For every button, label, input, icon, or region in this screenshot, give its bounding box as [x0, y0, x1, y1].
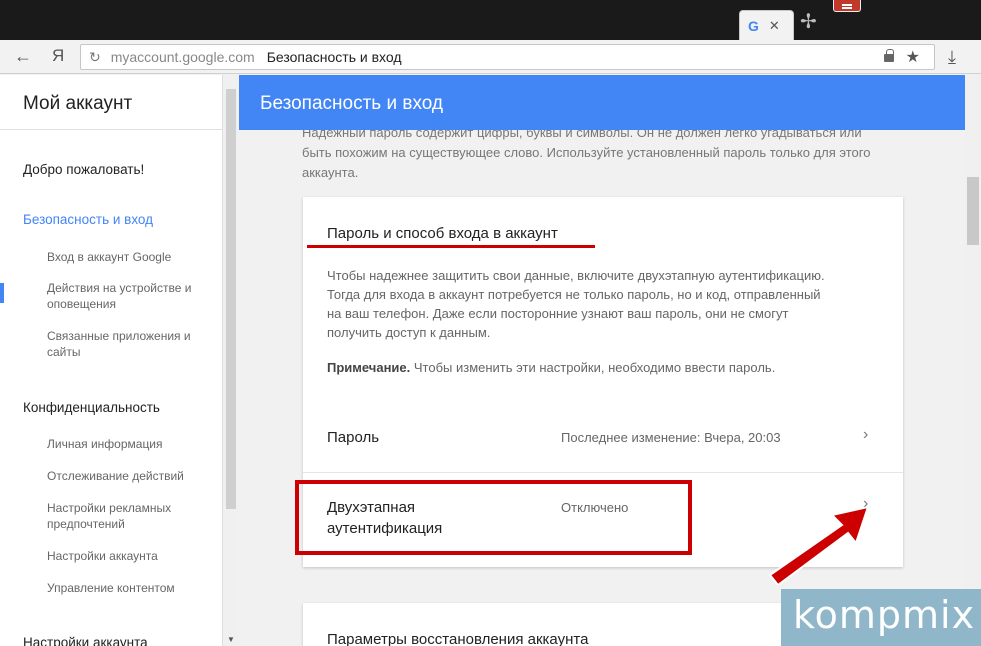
sidebar-subitem-device-activity[interactable]: Действия на устройстве и оповещения — [47, 280, 212, 312]
page-title: Безопасность и вход — [239, 75, 965, 130]
yandex-icon[interactable]: Я — [52, 46, 64, 66]
back-icon[interactable]: ← — [14, 46, 32, 67]
sidebar-subitem-connected-apps[interactable]: Связанные приложения и сайты — [47, 328, 212, 360]
sidebar-subitem-google-signin[interactable]: Вход в аккаунт Google — [47, 249, 212, 265]
bookmark-star-icon[interactable]: ★ — [906, 47, 920, 67]
sidebar-scrollbar-thumb[interactable] — [226, 89, 236, 509]
reload-icon[interactable]: ↻ — [89, 49, 101, 66]
browser-toolbar: ← Я ↻ myaccount.google.com Безопасность … — [0, 40, 981, 74]
url-domain: myaccount.google.com — [110, 49, 255, 65]
chevron-right-icon[interactable]: › — [863, 426, 868, 444]
sidebar-item-welcome[interactable]: Добро пожаловать! — [23, 162, 144, 177]
annotation-arrow-icon — [768, 505, 870, 585]
title-highlight-underline — [307, 245, 595, 248]
note-text: Чтобы изменить эти настройки, необходимо… — [410, 360, 776, 375]
sidebar-item-security[interactable]: Безопасность и вход — [23, 212, 153, 227]
main-scrollbar-thumb[interactable] — [967, 177, 979, 245]
screenshot: G ✕ ✢ ← Я ↻ myaccount.google.com Безопас… — [0, 0, 981, 646]
card-note: Примечание. Чтобы изменить эти настройки… — [327, 360, 847, 375]
watermark-text: kompmix — [793, 593, 976, 637]
browser-tab[interactable]: G ✕ — [739, 10, 794, 40]
sidebar-item-account-settings[interactable]: Настройки аккаунта — [23, 635, 148, 646]
download-icon[interactable]: ⤓ — [948, 47, 956, 68]
close-tab-icon[interactable]: ✕ — [769, 18, 780, 34]
sidebar-item-privacy[interactable]: Конфиденциальность — [23, 400, 160, 415]
lock-icon[interactable] — [884, 49, 894, 62]
address-bar[interactable]: ↻ myaccount.google.com Безопасность и вх… — [80, 44, 935, 70]
sidebar-subitem-ads-settings[interactable]: Настройки рекламных предпочтений — [47, 500, 212, 532]
sidebar-subitem-activity-controls[interactable]: Отслеживание действий — [47, 468, 212, 484]
url-page-title: Безопасность и вход — [266, 49, 402, 65]
sidebar-subitem-content-control[interactable]: Управление контентом — [47, 580, 212, 596]
password-label: Пароль — [327, 429, 380, 446]
intro-text: Надежный пароль содержит цифры, буквы и … — [302, 125, 871, 180]
new-tab-icon[interactable]: ✢ — [800, 12, 817, 32]
password-row[interactable]: Пароль Последнее изменение: Вчера, 20:03… — [303, 407, 903, 473]
watermark: kompmix — [781, 589, 981, 646]
sidebar-scrollbar[interactable]: ▼ — [224, 75, 238, 646]
recovery-card-title[interactable]: Параметры восстановления аккаунта — [327, 631, 588, 646]
highlight-frame — [295, 480, 692, 555]
scroll-down-arrow-icon[interactable]: ▼ — [227, 635, 235, 644]
browser-tabstrip: G ✕ ✢ — [0, 0, 981, 40]
sidebar-subitem-personal-info[interactable]: Личная информация — [47, 436, 212, 452]
sidebar-subitem-account-settings[interactable]: Настройки аккаунта — [47, 548, 212, 564]
note-label: Примечание. — [327, 360, 411, 375]
card-description: Чтобы надежнее защитить свои данные, вкл… — [327, 268, 825, 340]
sidebar-title: Мой аккаунт — [0, 75, 222, 130]
password-last-changed: Последнее изменение: Вчера, 20:03 — [561, 430, 781, 445]
main-scrollbar[interactable] — [965, 75, 981, 646]
google-favicon-icon: G — [748, 17, 759, 34]
active-marker — [0, 283, 4, 303]
window-menu-button[interactable] — [833, 0, 861, 12]
sidebar: Мой аккаунт Добро пожаловать! Безопаснос… — [0, 75, 223, 646]
card-title: Пароль и способ входа в аккаунт — [327, 225, 558, 242]
